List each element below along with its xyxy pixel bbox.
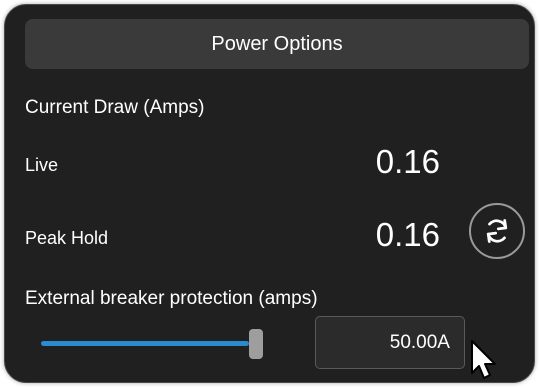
- peak-hold-label: Peak Hold: [25, 228, 109, 248]
- power-options-panel: Power Options Current Draw (Amps) Live 0…: [4, 4, 535, 383]
- breaker-slider[interactable]: [41, 323, 281, 363]
- live-label: Live: [25, 155, 59, 175]
- slider-track: [41, 341, 249, 346]
- refresh-icon: [486, 219, 508, 243]
- live-value: 0.16: [375, 143, 440, 180]
- breaker-amps-input[interactable]: [315, 316, 465, 369]
- reset-peak-button[interactable]: [469, 203, 525, 259]
- panel-header: Power Options: [25, 19, 529, 69]
- mouse-pointer-icon: [471, 340, 496, 379]
- slider-thumb[interactable]: [249, 329, 263, 359]
- current-draw-label: Current Draw (Amps): [25, 97, 205, 118]
- breaker-protection-label: External breaker protection (amps): [25, 288, 318, 309]
- peak-hold-value: 0.16: [375, 216, 440, 253]
